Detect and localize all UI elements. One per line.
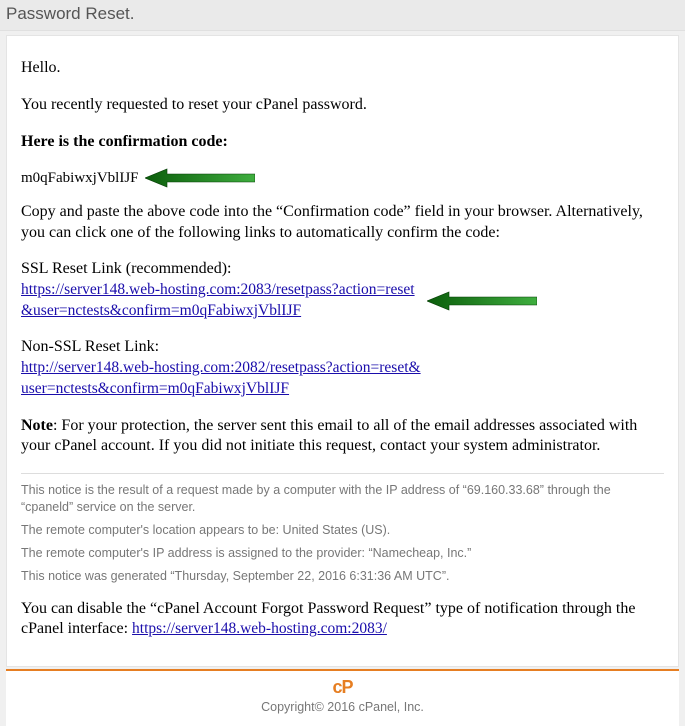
ssl-reset-link[interactable]: https://server148.web-hosting.com:2083/r… bbox=[21, 280, 421, 322]
confirmation-code-row: m0qFabiwxjVblIJF bbox=[21, 168, 664, 188]
email-body: Hello. You recently requested to reset y… bbox=[6, 35, 679, 667]
arrow-left-icon bbox=[145, 168, 255, 188]
ssl-link-label: SSL Reset Link (recommended): bbox=[21, 260, 664, 278]
notice-provider: The remote computer's IP address is assi… bbox=[21, 545, 664, 562]
notice-timestamp: This notice was generated “Thursday, Sep… bbox=[21, 568, 664, 585]
cpanel-interface-link[interactable]: https://server148.web-hosting.com:2083/ bbox=[132, 620, 387, 637]
cpanel-logo: cP bbox=[6, 677, 679, 698]
code-heading: Here is the confirmation code: bbox=[21, 132, 664, 153]
instructions: Copy and paste the above code into the “… bbox=[21, 202, 664, 244]
note-prefix: Note bbox=[21, 417, 53, 434]
copyright: Copyright© 2016 cPanel, Inc. bbox=[6, 700, 679, 714]
divider bbox=[21, 473, 664, 474]
disable-text: You can disable the “cPanel Account Forg… bbox=[21, 599, 664, 641]
footer: cP Copyright© 2016 cPanel, Inc. bbox=[6, 669, 679, 726]
note-body: : For your protection, the server sent t… bbox=[21, 417, 637, 455]
nonssl-link-label: Non-SSL Reset Link: bbox=[21, 338, 664, 356]
arrow-left-icon bbox=[427, 291, 537, 311]
notice-ip: This notice is the result of a request m… bbox=[21, 482, 664, 516]
page-title: Password Reset. bbox=[0, 0, 685, 31]
nonssl-reset-link[interactable]: http://server148.web-hosting.com:2082/re… bbox=[21, 358, 421, 400]
intro-text: You recently requested to reset your cPa… bbox=[21, 95, 664, 116]
notice-location: The remote computer's location appears t… bbox=[21, 522, 664, 539]
protection-note: Note: For your protection, the server se… bbox=[21, 416, 664, 458]
greeting: Hello. bbox=[21, 58, 664, 79]
confirmation-code: m0qFabiwxjVblIJF bbox=[21, 170, 139, 187]
